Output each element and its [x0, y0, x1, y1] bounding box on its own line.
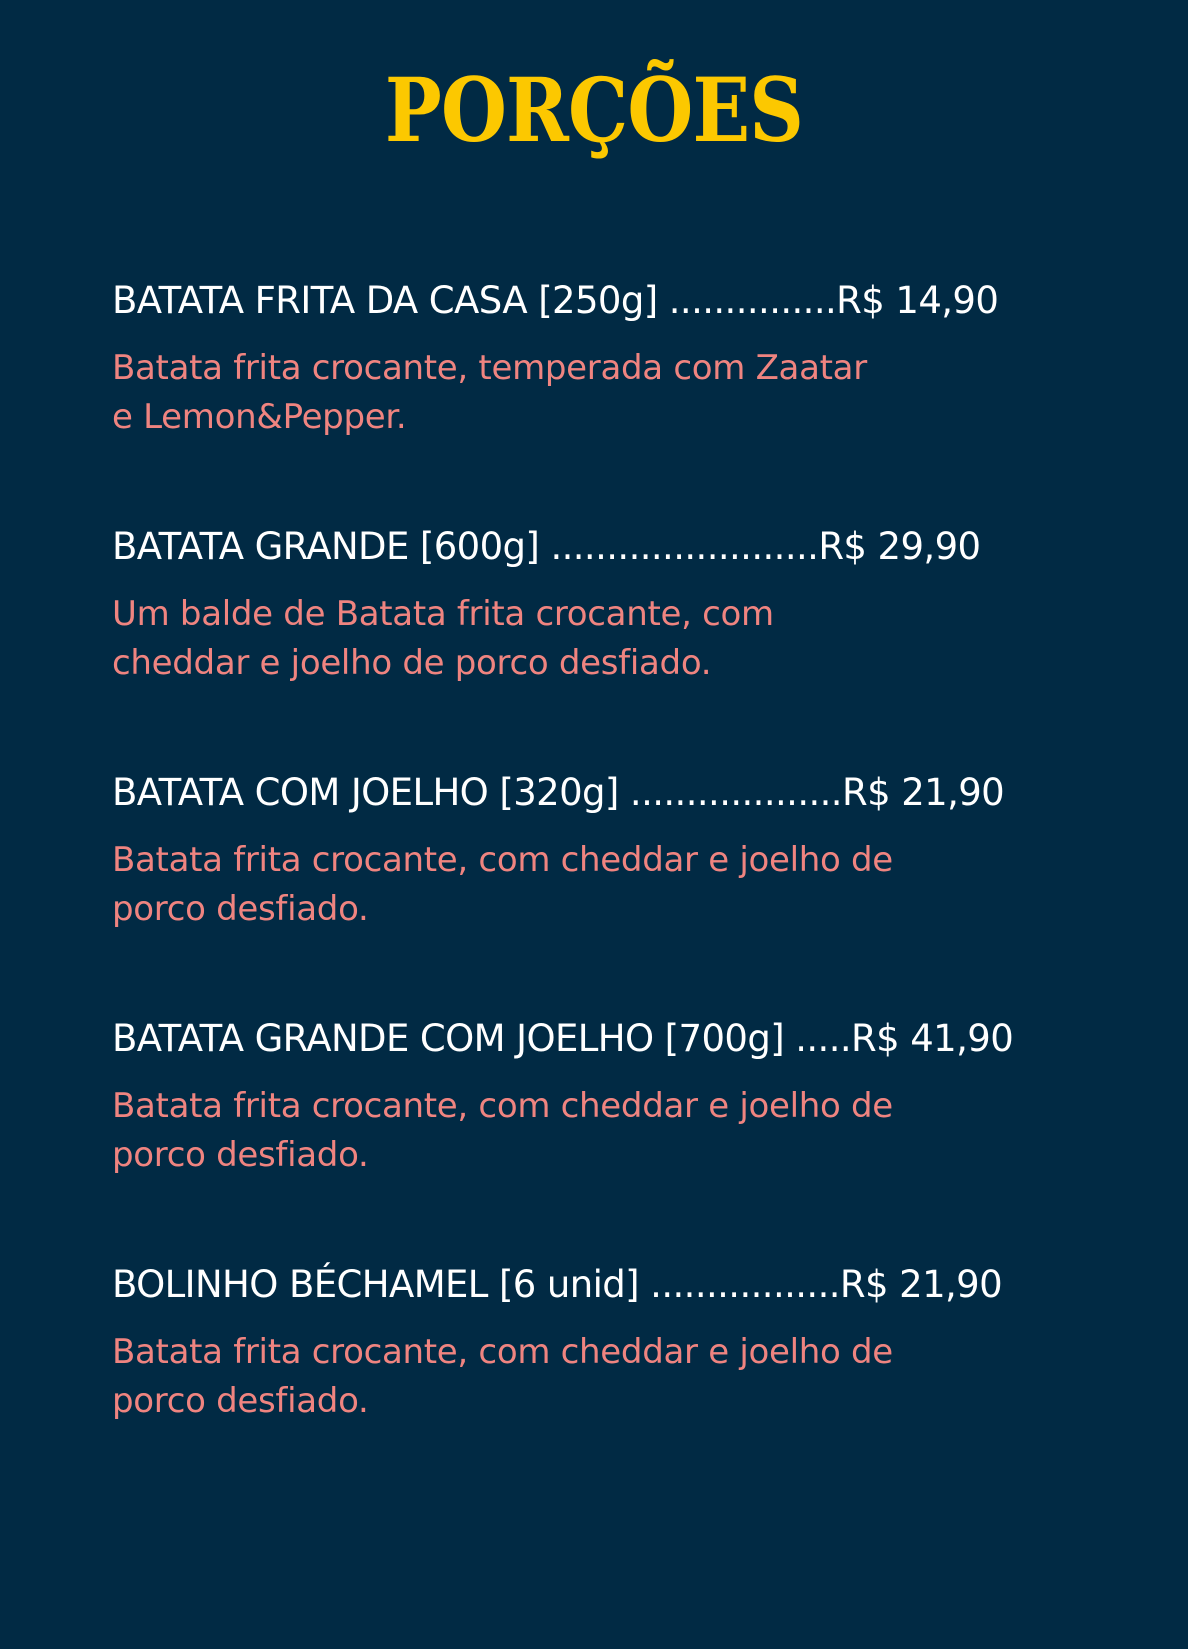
- menu-item: BOLINHO BÉCHAMEL [6 unid] ..............…: [112, 1262, 1072, 1426]
- menu-item-description-line: porco desfiado.: [112, 1135, 369, 1175]
- menu-item-leader-dots: ...............: [668, 279, 837, 322]
- menu-item-leader-dots: ...................: [629, 771, 843, 814]
- menu-item-name: BATATA GRANDE COM JOELHO [700g]: [112, 1017, 796, 1060]
- menu-item-header: BOLINHO BÉCHAMEL [6 unid] ..............…: [112, 1262, 1072, 1308]
- menu-item-header: BATATA COM JOELHO [320g] ...............…: [112, 770, 1072, 816]
- menu-item-description-line: porco desfiado.: [112, 889, 369, 929]
- menu-item-header: BATATA FRITA DA CASA [250g] ............…: [112, 278, 1072, 324]
- menu-item-description-line: Batata frita crocante, com cheddar e joe…: [112, 840, 893, 880]
- menu-item-description-line: cheddar e joelho de porco desfiado.: [112, 643, 712, 683]
- menu-item-price: R$ 21,90: [841, 771, 1005, 814]
- menu-item-price: R$ 14,90: [836, 279, 999, 322]
- menu-item: BATATA GRANDE COM JOELHO [700g] .....R$ …: [112, 1016, 1072, 1180]
- menu-item-price: R$ 21,90: [839, 1263, 1003, 1306]
- menu-item-header: BATATA GRANDE COM JOELHO [700g] .....R$ …: [112, 1016, 1072, 1062]
- menu-item-leader-dots: ........................: [550, 525, 819, 568]
- menu-item-description-line: Batata frita crocante, temperada com Zaa…: [112, 348, 867, 388]
- menu-item: BATATA GRANDE [600g] ...................…: [112, 524, 1072, 688]
- menu-item: BATATA COM JOELHO [320g] ...............…: [112, 770, 1072, 934]
- menu-item-name: BATATA GRANDE [600g]: [112, 525, 551, 568]
- menu-item-description-line: e Lemon&Pepper.: [112, 397, 407, 437]
- menu-item-leader-dots: .....: [795, 1017, 852, 1060]
- menu-item-name: BOLINHO BÉCHAMEL [6 unid]: [112, 1263, 651, 1306]
- menu-item-description: Batata frita crocante, temperada com Zaa…: [112, 344, 962, 442]
- menu-item-price: R$ 41,90: [851, 1017, 1014, 1060]
- menu-page: PORÇÕES BATATA FRITA DA CASA [250g] ....…: [0, 0, 1188, 1649]
- menu-item-description-line: Batata frita crocante, com cheddar e joe…: [112, 1332, 893, 1372]
- menu-item-leader-dots: .................: [650, 1263, 840, 1306]
- menu-item-description: Batata frita crocante, com cheddar e joe…: [112, 1082, 962, 1180]
- menu-item-description: Batata frita crocante, com cheddar e joe…: [112, 836, 962, 934]
- menu-item-description: Um balde de Batata frita crocante, com c…: [112, 590, 962, 688]
- menu-item-price: R$ 29,90: [818, 525, 981, 568]
- menu-item-description: Batata frita crocante, com cheddar e joe…: [112, 1328, 962, 1426]
- menu-item-header: BATATA GRANDE [600g] ...................…: [112, 524, 1072, 570]
- menu-section-title: PORÇÕES: [384, 58, 804, 162]
- menu-item: BATATA FRITA DA CASA [250g] ............…: [112, 278, 1072, 442]
- menu-item-description-line: Batata frita crocante, com cheddar e joe…: [112, 1086, 893, 1126]
- menu-item-description-line: Um balde de Batata frita crocante, com: [112, 594, 774, 634]
- menu-item-name: BATATA COM JOELHO [320g]: [112, 771, 630, 814]
- menu-item-name: BATATA FRITA DA CASA [250g]: [112, 279, 669, 322]
- menu-item-description-line: porco desfiado.: [112, 1381, 369, 1421]
